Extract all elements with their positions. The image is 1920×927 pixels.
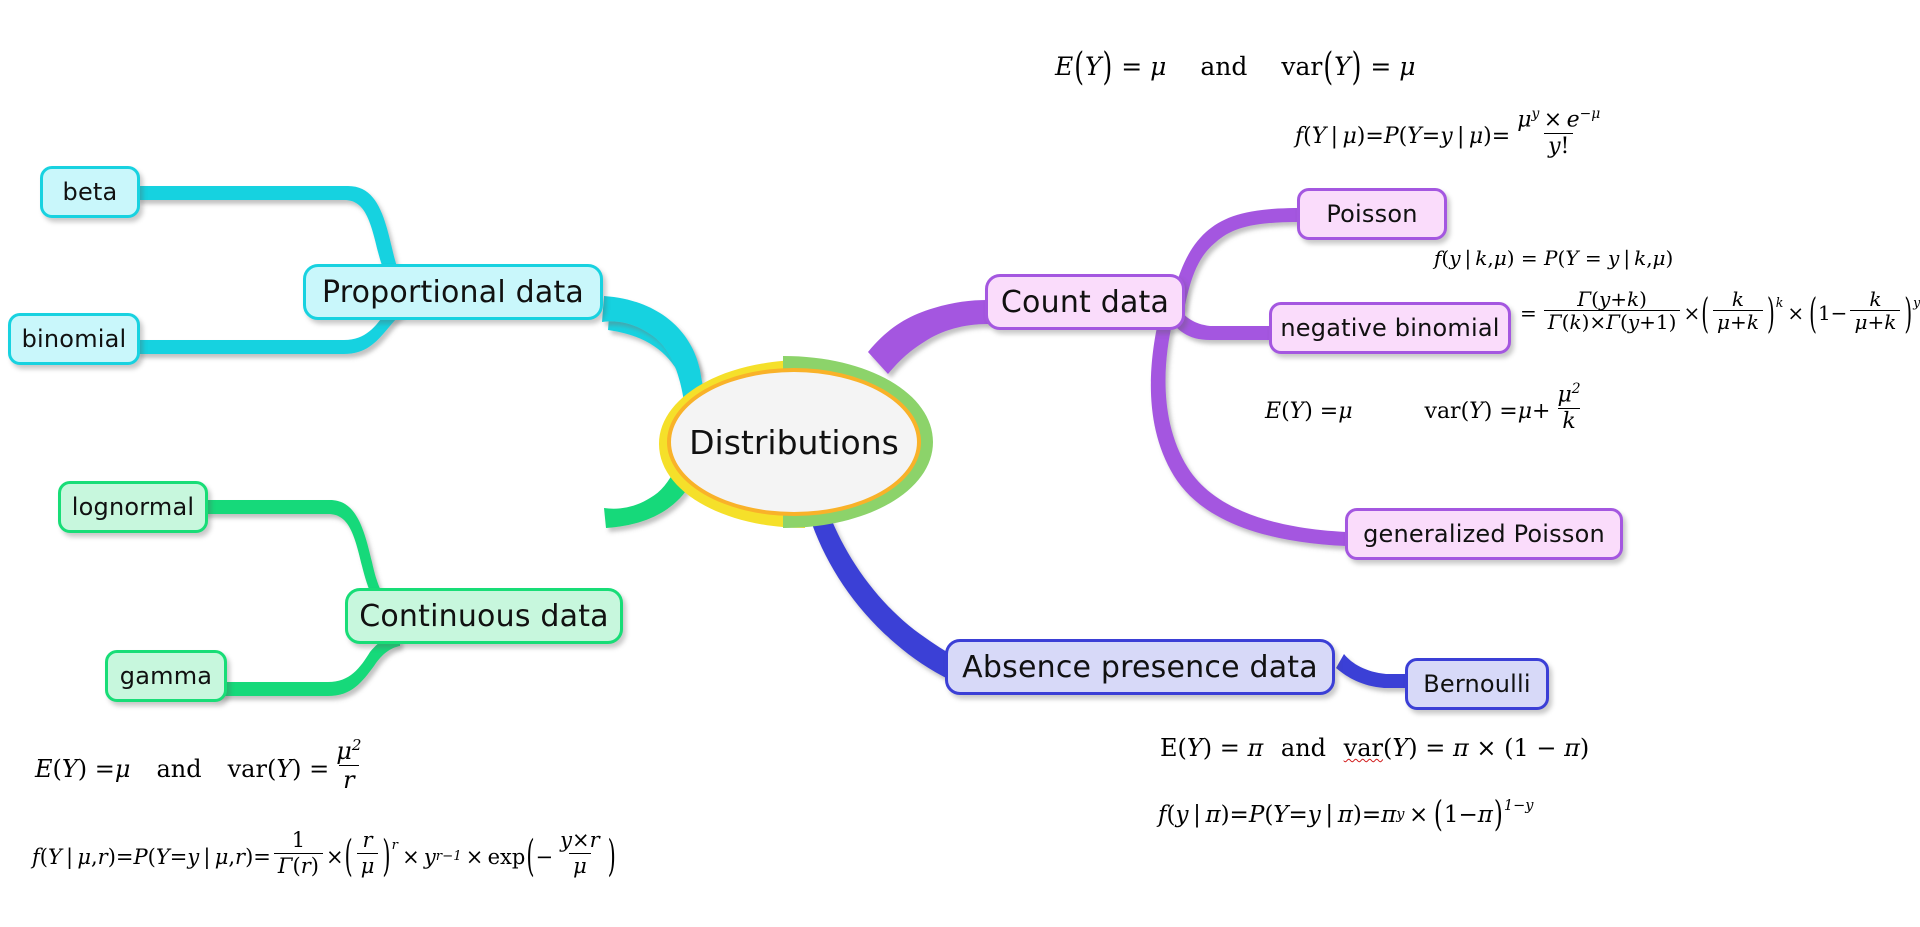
node-label: beta — [62, 178, 118, 206]
formula-bernoulli-pdf: f(y | π) = P(Y = y | π) = πy × (1− π) 1−y — [1158, 794, 1534, 836]
node-label: Proportional data — [321, 274, 585, 310]
formula-negbinomial-moments: E(Y) = μ var(Y) = μ + μ2 k — [1265, 381, 1581, 435]
node-beta[interactable]: beta — [40, 166, 140, 218]
node-label: Absence presence data — [962, 649, 1318, 685]
center-node[interactable]: Distributions — [645, 352, 943, 532]
formula-poisson-moments: E(Y) = μ and var(Y) = μ — [1055, 44, 1416, 89]
formula-gamma-pdf: f(Y | μ, r) = P(Y = y | μ, r) = 1 Γ(r) × (… — [32, 828, 616, 881]
formula-poisson-pdf: f(Y | μ) = P(Y = y | μ) = μy × e−μ y! — [1295, 106, 1601, 160]
wire-trunk-blue — [812, 516, 958, 680]
node-proportional-data[interactable]: Proportional data — [303, 264, 603, 320]
center-label: Distributions — [689, 422, 899, 462]
wire-poisson — [1170, 208, 1300, 310]
node-generalized-poisson[interactable]: generalized Poisson — [1345, 508, 1623, 560]
formula-bernoulli-moments: E(Y) = π and var(Y) = π × (1 − π) — [1160, 734, 1590, 762]
node-bernoulli[interactable]: Bernoulli — [1405, 658, 1549, 710]
node-label: Continuous data — [359, 598, 609, 634]
node-label: Count data — [1000, 284, 1170, 320]
node-lognormal[interactable]: lognormal — [58, 481, 208, 533]
formula-negbinomial-rhs: = Γ(y+k) Γ(k)×Γ(y+1) × ( k μ+k ) k × ( 1−… — [1520, 286, 1920, 338]
node-label: Poisson — [1326, 200, 1418, 228]
mindmap-canvas: Distributions Proportional data Continuo… — [0, 0, 1920, 927]
node-label: Bernoulli — [1423, 670, 1531, 698]
node-absence-presence-data[interactable]: Absence presence data — [945, 639, 1335, 695]
node-label: gamma — [119, 662, 213, 690]
node-binomial[interactable]: binomial — [8, 313, 140, 365]
node-label: generalized Poisson — [1363, 520, 1605, 548]
node-negative-binomial[interactable]: negative binomial — [1269, 302, 1511, 354]
node-poisson[interactable]: Poisson — [1297, 188, 1447, 240]
node-label: binomial — [21, 325, 127, 353]
formula-gamma-moments: E(Y) = μ and var(Y) = μ2 r — [35, 736, 362, 794]
node-gamma[interactable]: gamma — [105, 650, 227, 702]
formula-negbinomial-lhs: f(y | k,μ) = P(Y = y | k,μ) — [1434, 246, 1674, 270]
node-count-data[interactable]: Count data — [985, 274, 1185, 330]
node-continuous-data[interactable]: Continuous data — [345, 588, 623, 644]
node-label: negative binomial — [1280, 314, 1500, 342]
center-core: Distributions — [667, 368, 921, 516]
node-label: lognormal — [71, 493, 195, 521]
